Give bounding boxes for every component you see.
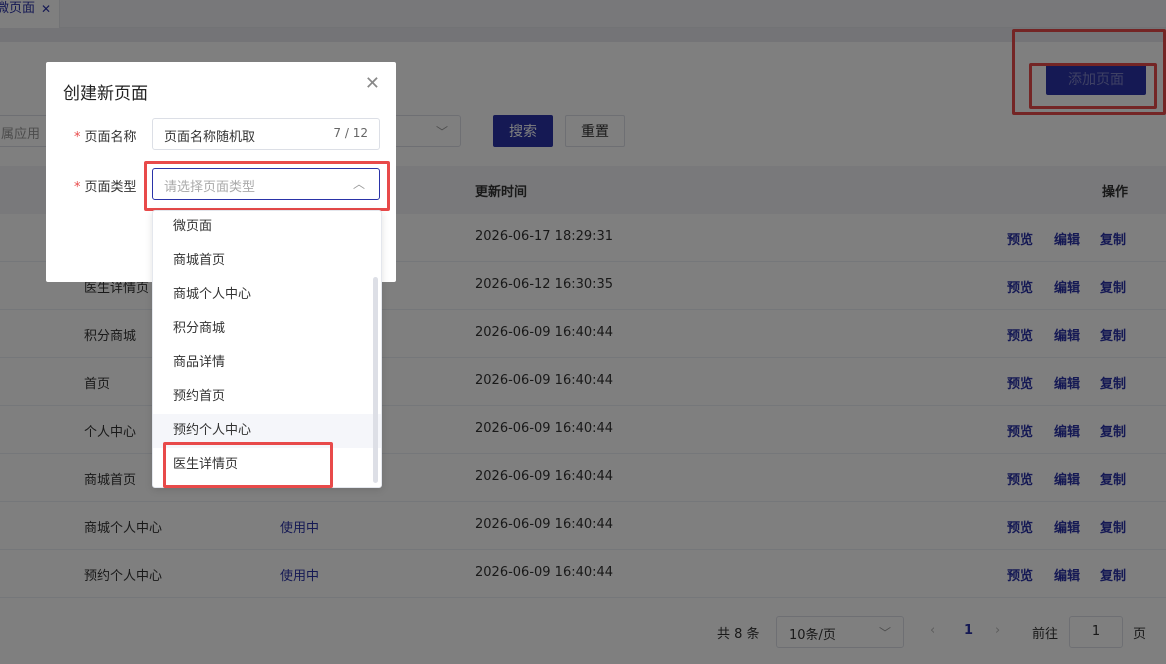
page-name-label: * 页面名称 — [74, 130, 137, 145]
dropdown-option[interactable]: 微页面 — [153, 211, 381, 244]
dropdown-option[interactable]: 预约首页 — [153, 380, 381, 414]
close-icon[interactable]: ✕ — [365, 73, 380, 94]
dropdown-option[interactable]: 医生详情页 — [153, 448, 381, 482]
page-type-dropdown: 微页面 商城首页 商城个人中心 积分商城 商品详情 预约首页 预约个人中心 医生详情页 — [152, 210, 382, 488]
page-name-row: * 页面名称 页面名称随机取 7 / 12 — [46, 118, 396, 152]
page-name-input[interactable]: 页面名称随机取 7 / 12 — [152, 118, 380, 150]
dropdown-option[interactable]: 预约个人中心 — [153, 414, 381, 448]
dropdown-option[interactable]: 积分商城 — [153, 312, 381, 346]
page-type-select[interactable]: 请选择页面类型 ︿ — [152, 168, 380, 200]
page-type-placeholder: 请选择页面类型 — [164, 180, 256, 195]
page-name-value: 页面名称随机取 — [164, 130, 256, 145]
dropdown-option[interactable]: 商城首页 — [153, 244, 381, 278]
dropdown-option[interactable]: 商品详情 — [153, 346, 381, 380]
dialog-title: 创建新页面 — [63, 84, 148, 104]
page-type-label: * 页面类型 — [74, 180, 137, 195]
page-type-row: * 页面类型 请选择页面类型 ︿ — [46, 168, 396, 202]
dropdown-scrollbar[interactable] — [373, 277, 378, 483]
char-count: 7 / 12 — [333, 126, 368, 140]
dropdown-option[interactable]: 商城个人中心 — [153, 278, 381, 312]
chevron-up-icon: ︿ — [352, 177, 365, 191]
